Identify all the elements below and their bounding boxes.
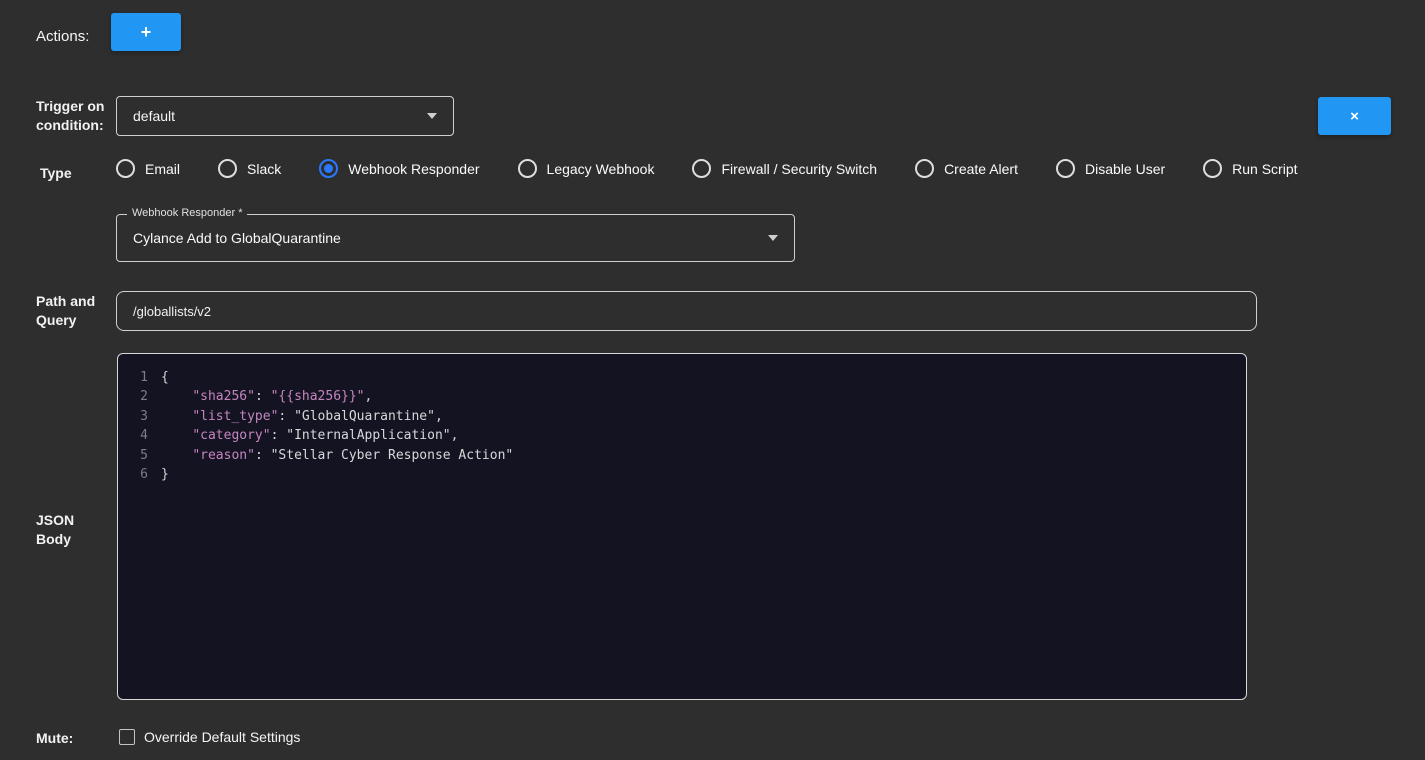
code-text: { xyxy=(161,368,169,387)
line-number: 2 xyxy=(118,387,148,406)
code-line: 3 "list_type": "GlobalQuarantine", xyxy=(118,407,1246,426)
trigger-condition-label: Trigger on condition: xyxy=(36,97,108,135)
radio-label: Run Script xyxy=(1232,161,1297,177)
radio-button-icon[interactable] xyxy=(518,159,537,178)
radio-button-icon[interactable] xyxy=(692,159,711,178)
type-radio-webhook-responder[interactable]: Webhook Responder xyxy=(319,159,479,178)
radio-button-icon[interactable] xyxy=(116,159,135,178)
code-text: "list_type": "GlobalQuarantine", xyxy=(161,407,443,426)
code-line: 4 "category": "InternalApplication", xyxy=(118,426,1246,445)
type-radio-slack[interactable]: Slack xyxy=(218,159,281,178)
path-and-query-value: /globallists/v2 xyxy=(117,304,211,319)
override-default-settings-option[interactable]: Override Default Settings xyxy=(119,729,300,745)
code-line: 5 "reason": "Stellar Cyber Response Acti… xyxy=(118,446,1246,465)
code-line: 1{ xyxy=(118,368,1246,387)
type-radio-email[interactable]: Email xyxy=(116,159,180,178)
line-number: 3 xyxy=(118,407,148,426)
code-text: "category": "InternalApplication", xyxy=(161,426,458,445)
mute-label: Mute: xyxy=(36,729,73,748)
checkbox-icon[interactable] xyxy=(119,729,135,745)
code-text: "reason": "Stellar Cyber Response Action… xyxy=(161,446,513,465)
chevron-down-icon xyxy=(427,113,437,119)
radio-button-icon[interactable] xyxy=(915,159,934,178)
code-lines: 1{2 "sha256": "{{sha256}}",3 "list_type"… xyxy=(118,368,1246,484)
radio-label: Firewall / Security Switch xyxy=(721,161,877,177)
radio-button-icon[interactable] xyxy=(218,159,237,178)
radio-label: Create Alert xyxy=(944,161,1018,177)
add-action-button[interactable]: + xyxy=(111,13,181,51)
line-number: 4 xyxy=(118,426,148,445)
override-default-settings-label: Override Default Settings xyxy=(144,729,300,745)
json-body-label: JSON Body xyxy=(36,511,96,549)
path-and-query-label: Path and Query xyxy=(36,292,106,330)
webhook-responder-value: Cylance Add to GlobalQuarantine xyxy=(117,230,768,246)
radio-label: Email xyxy=(145,161,180,177)
json-body-editor[interactable]: 1{2 "sha256": "{{sha256}}",3 "list_type"… xyxy=(117,353,1247,700)
code-text: "sha256": "{{sha256}}", xyxy=(161,387,372,406)
radio-label: Disable User xyxy=(1085,161,1165,177)
type-radio-create-alert[interactable]: Create Alert xyxy=(915,159,1018,178)
line-number: 5 xyxy=(118,446,148,465)
type-radio-legacy-webhook[interactable]: Legacy Webhook xyxy=(518,159,655,178)
radio-button-icon[interactable] xyxy=(319,159,338,178)
webhook-responder-select[interactable]: Webhook Responder * Cylance Add to Globa… xyxy=(116,214,795,262)
line-number: 1 xyxy=(118,368,148,387)
close-icon: × xyxy=(1350,108,1359,125)
radio-label: Slack xyxy=(247,161,281,177)
line-number: 6 xyxy=(118,465,148,484)
type-radio-firewall-security-switch[interactable]: Firewall / Security Switch xyxy=(692,159,877,178)
code-line: 6} xyxy=(118,465,1246,484)
actions-label: Actions: xyxy=(36,27,89,46)
code-line: 2 "sha256": "{{sha256}}", xyxy=(118,387,1246,406)
trigger-condition-value: default xyxy=(117,108,427,124)
radio-label: Legacy Webhook xyxy=(547,161,655,177)
type-radio-disable-user[interactable]: Disable User xyxy=(1056,159,1165,178)
type-radio-run-script[interactable]: Run Script xyxy=(1203,159,1297,178)
webhook-responder-field-label: Webhook Responder * xyxy=(127,207,247,219)
path-and-query-input[interactable]: /globallists/v2 xyxy=(116,291,1257,331)
type-label: Type xyxy=(40,164,72,183)
code-text: } xyxy=(161,465,169,484)
action-editor-panel: Actions: + Trigger on condition: default… xyxy=(0,0,1425,760)
radio-button-icon[interactable] xyxy=(1056,159,1075,178)
radio-button-icon[interactable] xyxy=(1203,159,1222,178)
chevron-down-icon xyxy=(768,235,778,241)
remove-action-button[interactable]: × xyxy=(1318,97,1391,135)
radio-label: Webhook Responder xyxy=(348,161,479,177)
type-radio-group: Email Slack Webhook Responder Legacy Webhoo… xyxy=(116,159,1298,178)
trigger-condition-select[interactable]: default xyxy=(116,96,454,136)
plus-icon: + xyxy=(141,22,152,43)
